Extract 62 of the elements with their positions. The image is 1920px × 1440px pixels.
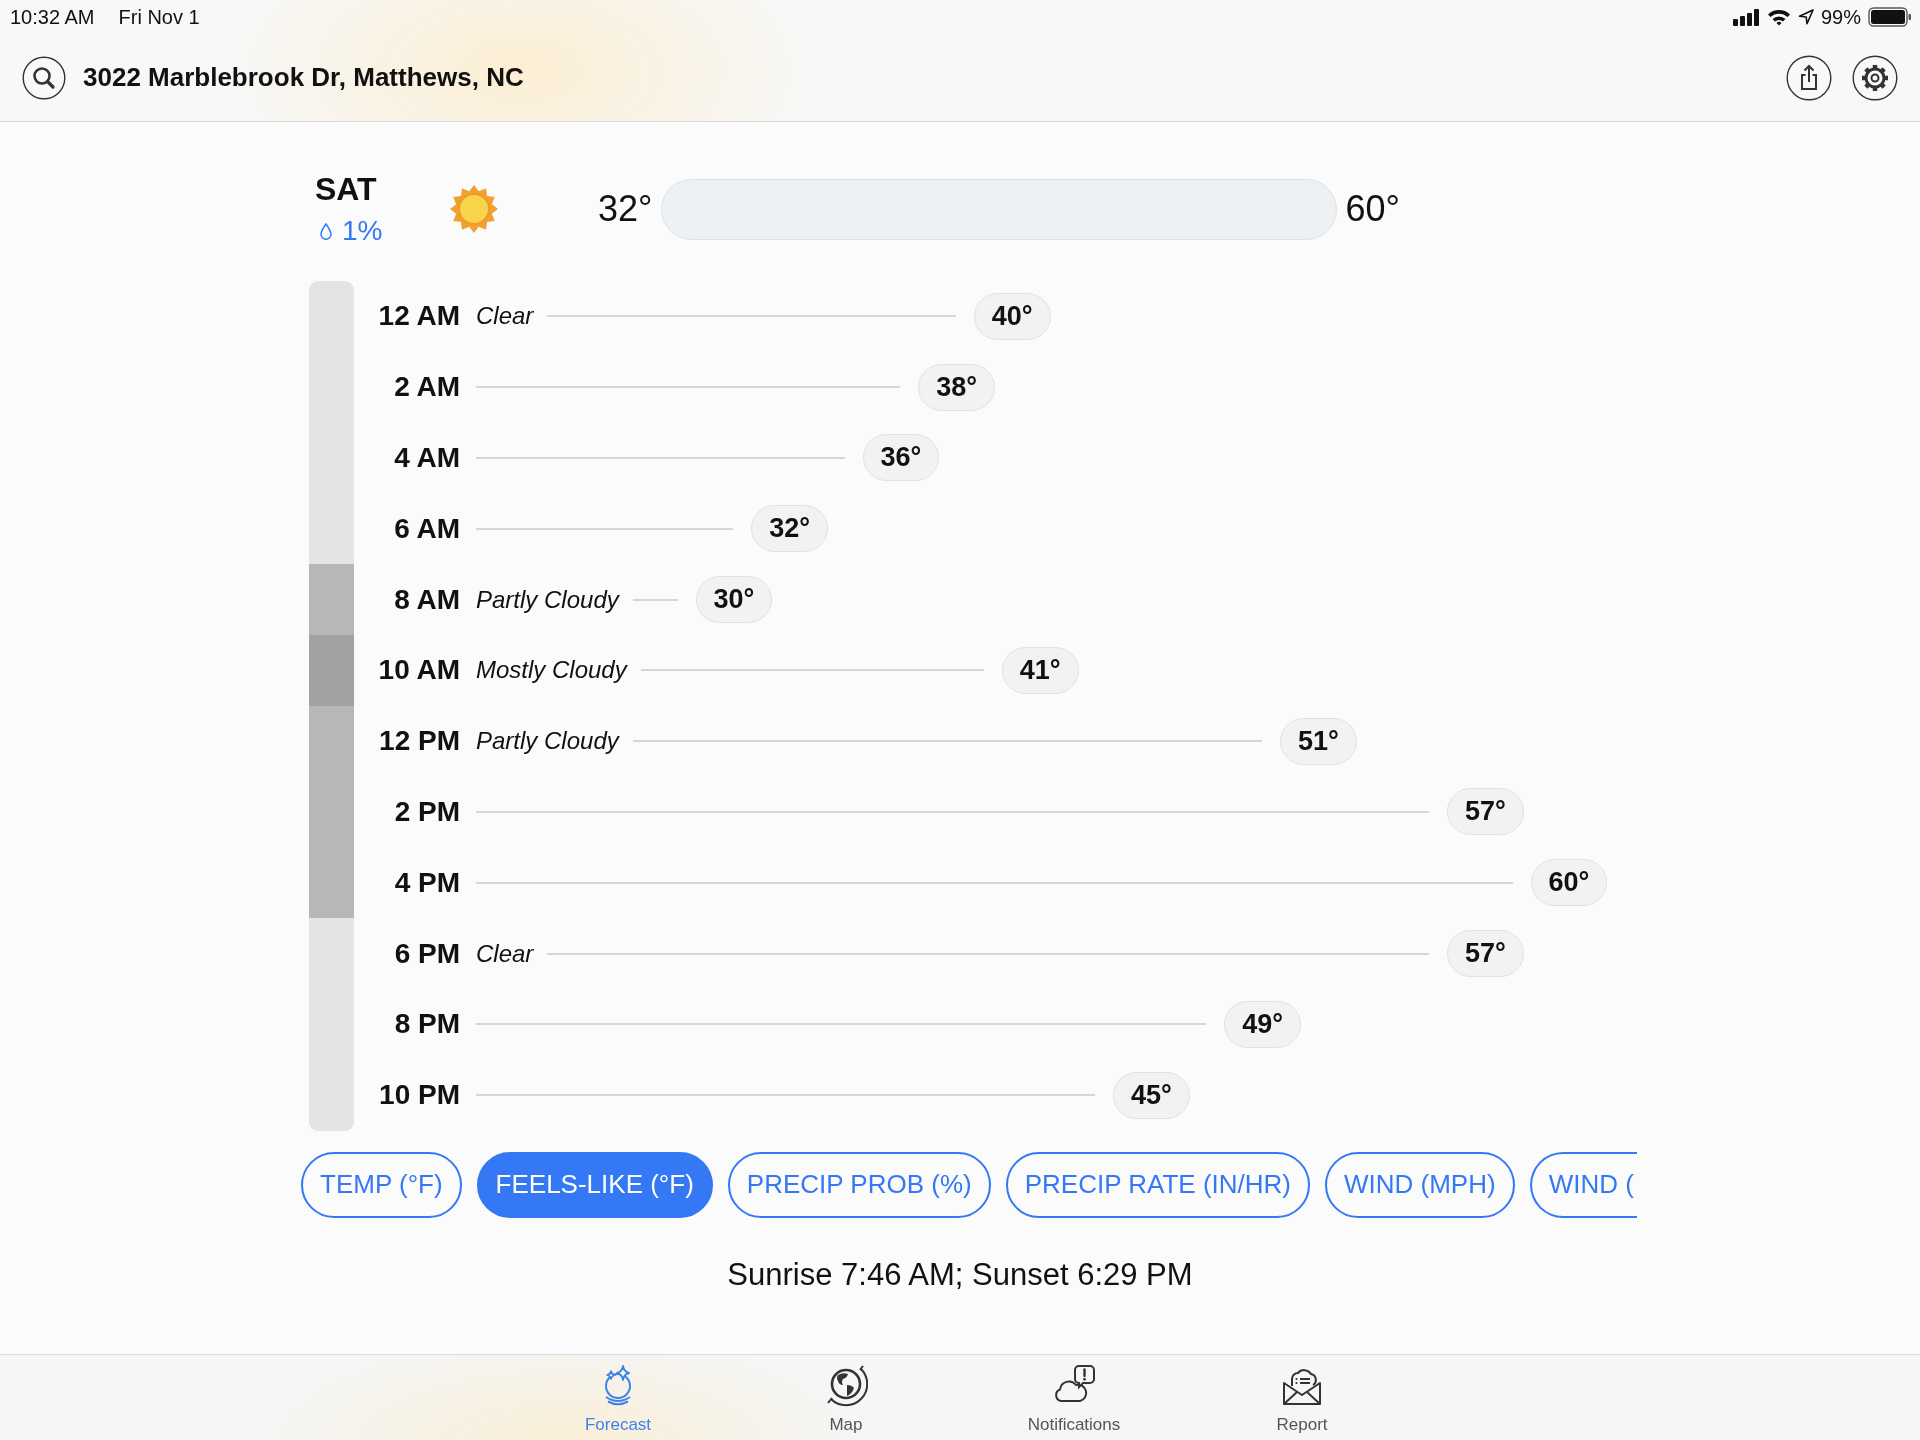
temperature-bubble: 41° [1001,646,1079,694]
battery-icon [1868,7,1912,27]
temperature-bubble: 60° [1530,859,1608,907]
condition-label: Partly Cloudy [476,585,619,614]
low-temperature: 32° [598,188,653,230]
hour-label: 6 PM [393,937,460,970]
day-label: SAT [315,171,377,207]
temperature-bubble: 38° [918,363,996,411]
globe-icon [824,1363,868,1407]
temperature-bubble: 57° [1447,788,1524,836]
precip-chance: 1% [342,215,383,247]
metric-chip[interactable]: WIND ( [1529,1151,1637,1218]
hour-label: 10 AM [377,654,460,687]
location-arrow-icon [1797,9,1814,25]
hour-label: 4 PM [393,866,460,899]
hour-label: 8 AM [393,583,460,616]
metric-chip[interactable]: FEELS-LIKE (°F) [476,1151,713,1218]
sun-times-text: Sunrise 7:46 AM; Sunset 6:29 PM [727,1255,1193,1294]
share-icon [1786,54,1832,101]
drop-icon [320,222,332,240]
tab-bar-item[interactable]: Forecast [504,1355,732,1440]
metric-chip[interactable]: PRECIP PROB (%) [727,1151,991,1218]
battery-percent: 99% [1820,5,1861,29]
address-title: 3022 Marblebrook Dr, Matthews, NC [83,62,524,93]
condition-label: Clear [476,939,534,968]
search-icon [22,55,66,100]
temperature-bubble: 51° [1280,717,1357,765]
hour-label: 12 AM [377,300,460,333]
temperature-bubble: 30° [695,576,773,624]
condition-label: Clear [476,302,534,331]
hour-label: 6 AM [393,512,460,545]
temperature-bubble: 57° [1447,930,1524,978]
tab-bar-item[interactable]: Notifications [960,1355,1188,1440]
hour-label: 8 PM [393,1008,460,1041]
share-button[interactable] [1786,54,1832,101]
hour-label: 10 PM [378,1079,460,1112]
search-button[interactable] [22,55,66,100]
status-time: 10:32 AM [10,5,95,29]
status-date: Fri Nov 1 [118,5,200,29]
temperature-bubble: 36° [862,434,940,482]
high-temperature: 60° [1345,188,1400,230]
condition-label: Mostly Cloudy [476,656,627,685]
temperature-bubble: 32° [751,505,829,553]
gear-icon [1852,54,1898,101]
metric-chip[interactable]: TEMP (°F) [301,1151,462,1218]
hour-label: 4 AM [393,442,460,474]
sun-icon [450,185,498,233]
hour-label: 12 PM [378,725,460,758]
temperature-bubble: 45° [1113,1071,1190,1119]
tab-bar-item[interactable]: Map [732,1355,960,1440]
wifi-icon [1766,8,1791,26]
tab-bar-item[interactable]: Report [1188,1355,1416,1440]
signal-icon [1732,8,1760,26]
temperature-line [632,598,678,601]
condition-label: Partly Cloudy [476,727,619,756]
settings-button[interactable] [1852,54,1898,101]
temperature-bubble: 49° [1224,1000,1302,1048]
metric-chip[interactable]: WIND (MPH) [1325,1151,1515,1218]
hour-label: 2 PM [393,795,460,828]
metric-chip[interactable]: PRECIP RATE (IN/HR) [1005,1151,1310,1218]
temperature-bubble: 40° [973,292,1051,340]
hour-label: 2 AM [393,371,460,404]
